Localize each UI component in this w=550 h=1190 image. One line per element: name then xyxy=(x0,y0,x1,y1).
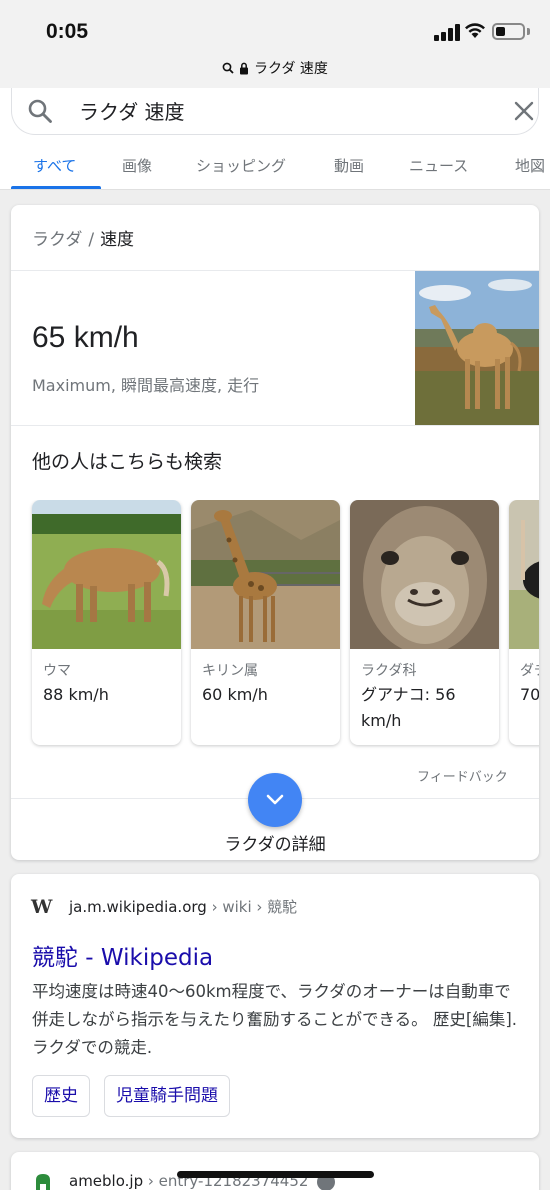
url-text: ラクダ 速度 xyxy=(254,61,328,77)
status-time: 0:05 xyxy=(46,20,89,43)
camel-image[interactable] xyxy=(415,271,539,425)
knowledge-panel: ラクダ / 速度 65 km/h Maximum, 瞬間最高速度, 走行 他の人はこ… xyxy=(11,205,539,860)
search-input[interactable]: ラクダ 速度 xyxy=(79,96,185,125)
answer-subtitle: Maximum, 瞬間最高速度, 走行 xyxy=(32,376,260,395)
related-card-ostrich[interactable]: ダチ 70 k xyxy=(509,500,539,745)
expand-button[interactable] xyxy=(248,773,302,827)
related-category: ウマ xyxy=(43,663,71,679)
chevron-down-icon xyxy=(266,794,284,805)
close-icon[interactable] xyxy=(513,100,535,122)
result-title-link[interactable]: 競駝 - Wikipedia xyxy=(32,938,213,972)
tab-videos[interactable]: 動画 xyxy=(334,155,364,176)
tab-all[interactable]: すべて xyxy=(33,155,76,176)
status-bar: 0:05 ラクダ 速度 xyxy=(0,0,550,88)
search-icon xyxy=(222,62,234,74)
search-box[interactable]: ラクダ 速度 xyxy=(11,88,539,135)
more-about-label[interactable]: ラクダの詳細 xyxy=(11,830,539,855)
result-path: › wiki › 競駝 xyxy=(206,898,298,916)
tab-shopping[interactable]: ショッピング xyxy=(196,155,286,176)
home-indicator[interactable] xyxy=(177,1171,374,1178)
related-category: ラクダ科 xyxy=(361,663,417,679)
address-bar[interactable]: ラクダ 速度 xyxy=(0,56,550,80)
guanaco-image xyxy=(350,500,499,649)
search-header: ラクダ 速度 すべて 画像 ショッピング 動画 ニュース 地図 xyxy=(0,88,550,190)
search-icon[interactable] xyxy=(27,98,53,124)
related-animals-carousel[interactable]: ウマ 88 km/h キリン属 60 km/h ラクダ科 グアナコ: 56 km… xyxy=(11,500,539,750)
breadcrumb-parent[interactable]: ラクダ xyxy=(32,230,82,250)
related-speed: グアナコ: 56 km/h xyxy=(361,685,456,730)
breadcrumb-current: 速度 xyxy=(100,230,135,250)
breadcrumb: ラクダ / 速度 xyxy=(32,225,134,250)
breadcrumb-separator: / xyxy=(88,230,95,250)
divider xyxy=(11,425,539,426)
giraffe-image xyxy=(191,500,340,649)
cellular-signal-icon xyxy=(434,24,460,41)
feedback-link[interactable]: フィードバック xyxy=(417,766,508,785)
related-speed: 60 km/h xyxy=(202,685,268,704)
battery-tip xyxy=(527,28,530,35)
sitelink-chip-history[interactable]: 歴史 xyxy=(32,1075,90,1117)
wikipedia-logo-icon: W xyxy=(31,896,52,918)
lock-icon xyxy=(240,62,249,74)
answer-value: 65 km/h xyxy=(32,321,139,354)
horse-image xyxy=(32,500,181,649)
related-category: キリン属 xyxy=(202,663,258,679)
related-card-horse[interactable]: ウマ 88 km/h xyxy=(32,500,181,745)
search-tabs: すべて 画像 ショッピング 動画 ニュース 地図 xyxy=(0,140,550,190)
ameblo-logo-icon xyxy=(36,1174,50,1190)
ostrich-image xyxy=(509,500,539,649)
related-category: ダチ xyxy=(520,663,539,679)
related-speed: 88 km/h xyxy=(43,685,109,704)
wifi-icon xyxy=(465,23,485,38)
related-speed: 70 k xyxy=(520,685,539,704)
tab-news[interactable]: ニュース xyxy=(409,155,468,176)
result-domain: ameblo.jp xyxy=(69,1172,144,1190)
result-domain: ja.m.wikipedia.org xyxy=(69,898,207,916)
search-result-wikipedia: W ja.m.wikipedia.org › wiki › 競駝 競駝 - Wi… xyxy=(11,874,539,1138)
people-also-search-title: 他の人はこちらも検索 xyxy=(32,451,223,473)
tab-images[interactable]: 画像 xyxy=(122,155,152,176)
battery-icon xyxy=(492,23,525,40)
result-snippet: 平均速度は時速40〜60km程度で、ラクダのオーナーは自動車で併走しながら指示を… xyxy=(32,982,518,1057)
active-tab-indicator xyxy=(11,186,101,189)
result-url[interactable]: ja.m.wikipedia.org › wiki › 競駝 xyxy=(69,896,297,917)
related-card-giraffe[interactable]: キリン属 60 km/h xyxy=(191,500,340,745)
tab-maps[interactable]: 地図 xyxy=(515,155,545,176)
sitelink-chip-child-jockey[interactable]: 児童騎手問題 xyxy=(104,1075,230,1117)
related-card-camelid[interactable]: ラクダ科 グアナコ: 56 km/h xyxy=(350,500,499,745)
